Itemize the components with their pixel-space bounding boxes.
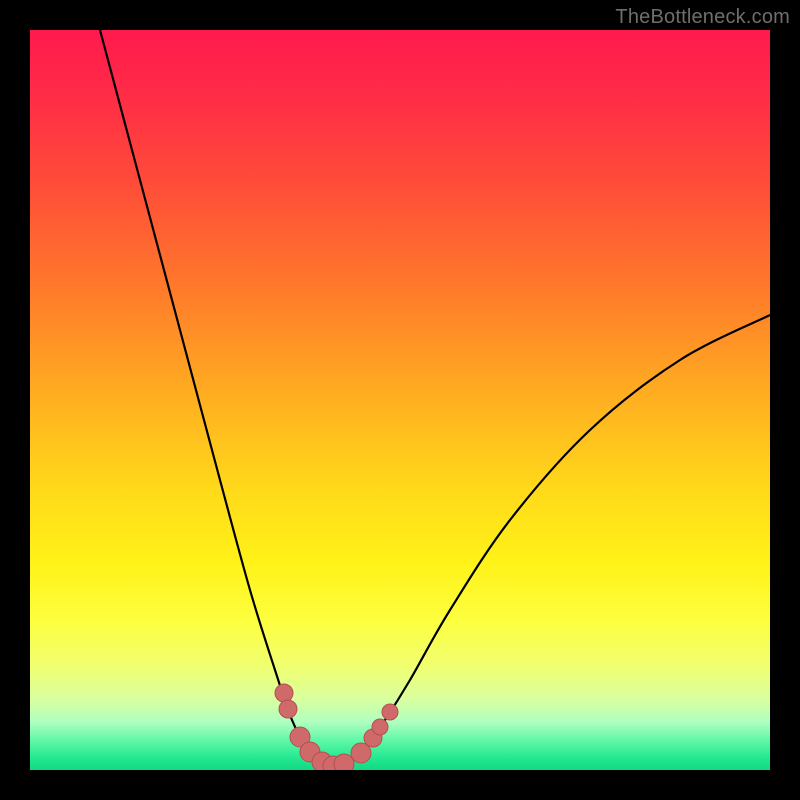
chart-svg [30, 30, 770, 770]
marker-dot [372, 719, 388, 735]
marker-dot [382, 704, 398, 720]
marker-dot [275, 684, 293, 702]
marker-dot [279, 700, 297, 718]
marker-dot [334, 754, 354, 770]
chart-background [30, 30, 770, 770]
chart-frame [30, 30, 770, 770]
watermark-text: TheBottleneck.com [615, 6, 790, 29]
